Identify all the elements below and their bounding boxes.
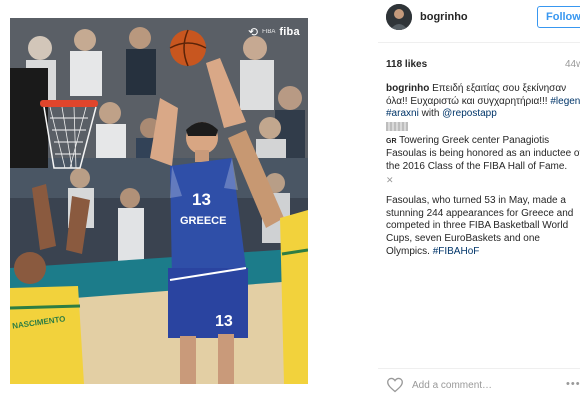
comment-bar: ••• — [378, 369, 580, 403]
header-username[interactable]: bogrinho — [420, 11, 468, 23]
hashtag-legend[interactable]: #legend — [550, 96, 580, 107]
repost-brand-text: fiba — [279, 26, 300, 38]
flag-gr-icon: GR — [386, 137, 397, 145]
repost-badge: ⟲ FIBA fiba — [248, 22, 300, 42]
post-time[interactable]: 44w — [565, 59, 580, 70]
jersey-team-text: GREECE — [180, 215, 227, 227]
caption-username[interactable]: bogrinho — [386, 83, 429, 94]
caption-para2-text: Fasoulas, who turned 53 in May, made a s… — [386, 195, 574, 257]
repost-icon: ⟲ — [248, 25, 259, 39]
emoji-placeholder-icon — [386, 121, 408, 131]
likes-count[interactable]: 118 likes — [386, 59, 427, 70]
caption-paragraph-2: Fasoulas, who turned 53 in May, made a s… — [386, 195, 580, 258]
comment-input[interactable] — [412, 378, 552, 392]
shorts-number: 13 — [215, 313, 233, 330]
follow-button[interactable]: Follow — [537, 6, 580, 28]
hashtag-fibahof[interactable]: #FIBAHoF — [433, 246, 480, 257]
caption: bogrinho Επειδή εξαιτίας σου ξεκίνησαν ό… — [386, 83, 580, 258]
hashtag-araxni[interactable]: #araxni — [386, 108, 419, 119]
likes-row: 118 likes 44w — [386, 59, 580, 73]
caption-para1-text: Towering Greek center Panagiotis Fasoula… — [386, 134, 580, 172]
photo-scene — [10, 18, 308, 384]
caption-with: with — [418, 108, 443, 120]
avatar[interactable] — [386, 4, 412, 30]
jersey-number-front: 13 — [192, 190, 211, 209]
post-photo[interactable]: GREECE 13 13 NASCIMENTO ⟲ FIBA fiba — [10, 18, 308, 384]
trophy-icon: ✕ — [386, 174, 394, 185]
repost-small-text: FIBA — [262, 29, 276, 35]
caption-paragraph-1: GR Towering Greek center Panagiotis Faso… — [386, 135, 580, 187]
hidden-emoji-row — [386, 121, 580, 133]
post-header: bogrinho Follow — [308, 0, 580, 40]
header-divider — [378, 42, 580, 43]
avatar-image — [386, 4, 412, 30]
post-sidebar: bogrinho Follow 118 likes 44w bogrinho Ε… — [308, 0, 580, 403]
heart-icon[interactable] — [386, 377, 404, 393]
caption-intro: bogrinho Επειδή εξαιτίας σου ξεκίνησαν ό… — [386, 83, 580, 133]
mention-repostapp[interactable]: @repostapp — [442, 108, 497, 119]
more-options-icon[interactable]: ••• — [566, 378, 580, 390]
